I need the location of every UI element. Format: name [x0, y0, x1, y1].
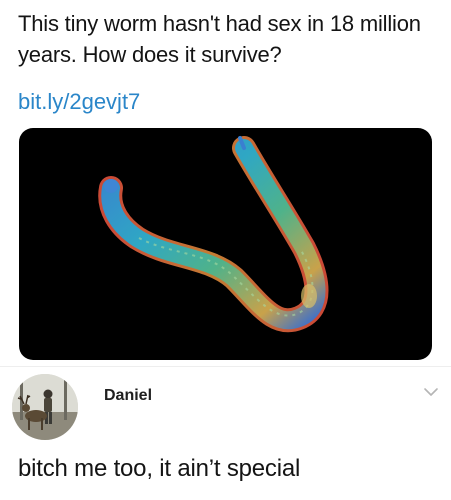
worm-image[interactable] — [19, 128, 432, 360]
chevron-down-icon[interactable] — [421, 384, 441, 400]
worm-illustration — [98, 136, 329, 333]
tweet-link[interactable]: bit.ly/2gevjt7 — [18, 86, 140, 117]
avatar-deer-photo — [12, 374, 78, 440]
reply-text: bitch me too, it ain’t special — [18, 455, 301, 482]
reply-username[interactable]: Daniel — [104, 387, 152, 405]
tweet-text: This tiny worm hasn't had sex in 18 mill… — [18, 11, 421, 67]
avatar[interactable] — [12, 374, 78, 440]
divider — [0, 366, 451, 367]
